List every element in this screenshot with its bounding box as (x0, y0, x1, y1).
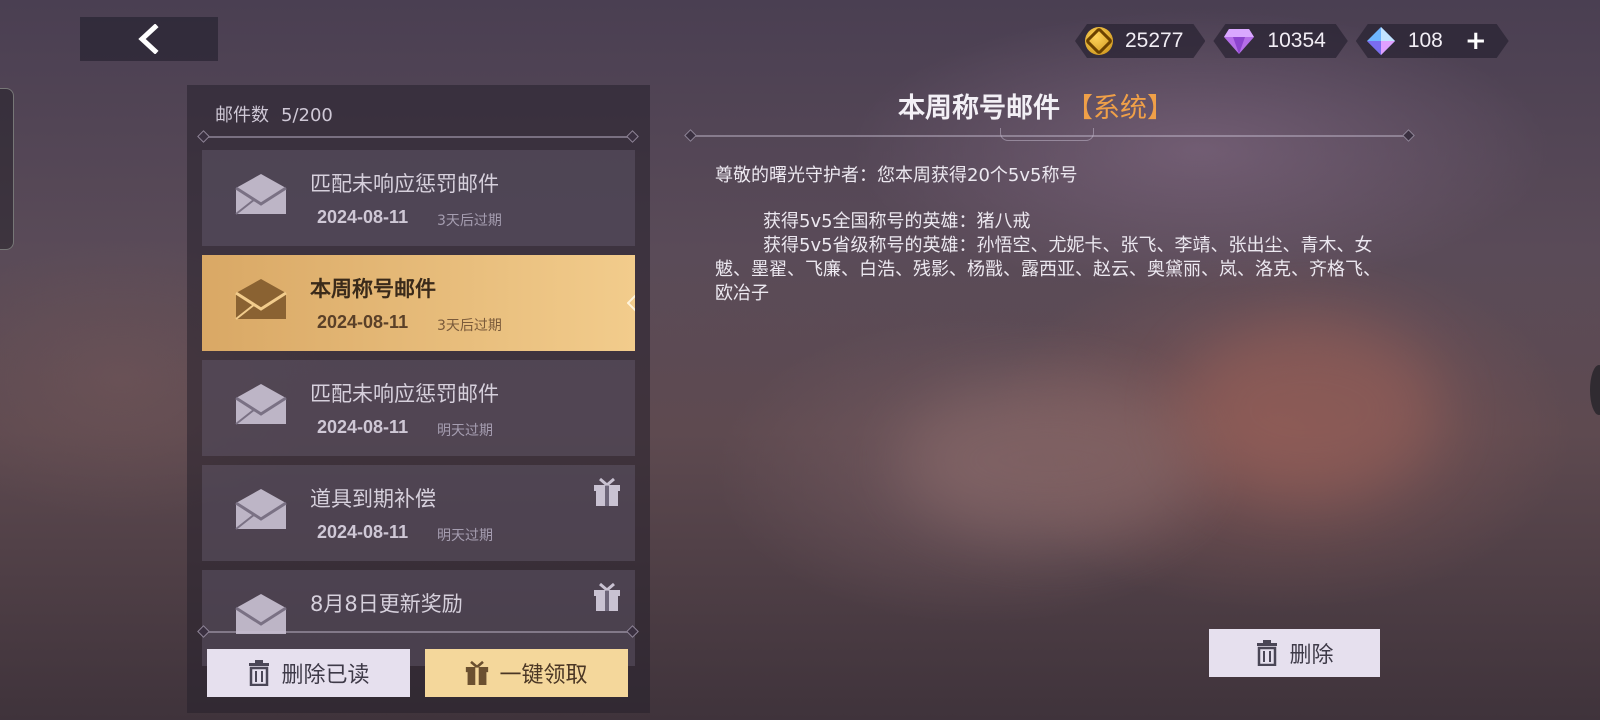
mail-body-line: 获得5v5省级称号的英雄：孙悟空、尤妮卡、张飞、李靖、张出尘、青木、女魃、墨翟、… (715, 235, 1381, 304)
delete-label: 删除 (1289, 643, 1334, 668)
add-currency-button[interactable]: + (1465, 28, 1487, 54)
right-edge-handle (1590, 365, 1600, 415)
back-button[interactable] (80, 17, 218, 61)
trash-icon (1257, 640, 1278, 666)
detail-title-text: 本周称号邮件 (898, 93, 1060, 124)
claim-all-button[interactable]: 一键领取 (425, 649, 628, 697)
chevron-left-icon (138, 24, 159, 54)
selection-diamond-icon (627, 294, 635, 312)
diamond-amount: 10354 (1267, 29, 1326, 52)
gold-currency: 25277 (1075, 24, 1205, 58)
mail-item-selected[interactable]: 本周称号邮件 2024-08-11 3天后过期 (202, 255, 635, 351)
divider-ornament (1000, 128, 1094, 141)
mail-expiry: 明天过期 (437, 528, 493, 544)
mail-expiry: 明天过期 (437, 423, 493, 439)
gift-icon (466, 660, 489, 685)
crystal-currency: 108 + (1356, 24, 1509, 58)
delete-read-button[interactable]: 删除已读 (207, 649, 410, 697)
mail-title: 本周称号邮件 (310, 277, 436, 301)
mail-detail-title: 本周称号邮件 【系统】 (898, 86, 1174, 125)
purple-diamond-icon (1223, 27, 1255, 55)
list-divider-bottom (205, 631, 631, 633)
mail-date: 2024-08-11 (317, 417, 409, 437)
list-divider-top (205, 136, 631, 138)
background-blur (900, 380, 1200, 540)
mail-body: 尊敬的曙光守护者：您本周获得20个5v5称号 获得5v5全国称号的英雄：猪八戒 … (715, 164, 1395, 306)
envelope-icon (235, 594, 287, 634)
mail-count-label: 邮件数 (215, 105, 269, 126)
mail-expiry: 3天后过期 (437, 213, 502, 229)
mail-item[interactable]: 道具到期补偿 2024-08-11 明天过期 (202, 465, 635, 561)
background-blur (1180, 320, 1440, 500)
mail-title: 匹配未响应惩罚邮件 (310, 382, 499, 406)
envelope-icon (235, 174, 287, 215)
mail-title: 道具到期补偿 (310, 487, 436, 511)
crystal-amount: 108 (1407, 29, 1443, 52)
delete-read-label: 删除已读 (281, 663, 370, 688)
envelope-icon (235, 279, 287, 320)
claim-all-label: 一键领取 (499, 663, 588, 688)
mail-count-value: 5/200 (281, 105, 333, 126)
mail-greeting: 尊敬的曙光守护者：您本周获得20个5v5称号 (715, 165, 1078, 186)
left-edge-handle (0, 88, 14, 250)
gift-icon (594, 477, 620, 506)
mail-body-line: 获得5v5全国称号的英雄：猪八戒 (763, 211, 1031, 232)
currency-bar: 25277 10354 108 + (1075, 24, 1509, 58)
mail-title: 匹配未响应惩罚邮件 (310, 172, 499, 196)
envelope-icon (235, 384, 287, 425)
delete-button[interactable]: 删除 (1209, 629, 1380, 677)
mail-date: 2024-08-11 (317, 312, 409, 332)
mail-expiry: 3天后过期 (437, 318, 502, 334)
mail-title: 8月8日更新奖励 (310, 592, 463, 616)
mail-item[interactable]: 匹配未响应惩罚邮件 2024-08-11 明天过期 (202, 360, 635, 456)
gold-amount: 25277 (1125, 29, 1184, 52)
gold-coin-icon (1085, 27, 1113, 55)
mail-date: 2024-08-11 (317, 522, 409, 542)
mail-date: 2024-08-11 (317, 207, 409, 227)
mail-list[interactable]: 匹配未响应惩罚邮件 2024-08-11 3天后过期 本周称号邮件 2024-0… (202, 150, 635, 702)
gift-icon (594, 582, 620, 611)
sender-tag: 【系统】 (1066, 93, 1174, 124)
blue-crystal-icon (1366, 26, 1396, 56)
diamond-currency: 10354 (1213, 24, 1347, 58)
mail-list-panel: 邮件数 5/200 匹配未响应惩罚邮件 2024-08-11 3天后过期 本周称号… (187, 85, 650, 713)
trash-icon (249, 660, 270, 686)
mail-item[interactable]: 匹配未响应惩罚邮件 2024-08-11 3天后过期 (202, 150, 635, 246)
mail-count: 邮件数 5/200 (215, 101, 333, 127)
envelope-icon (235, 489, 287, 530)
